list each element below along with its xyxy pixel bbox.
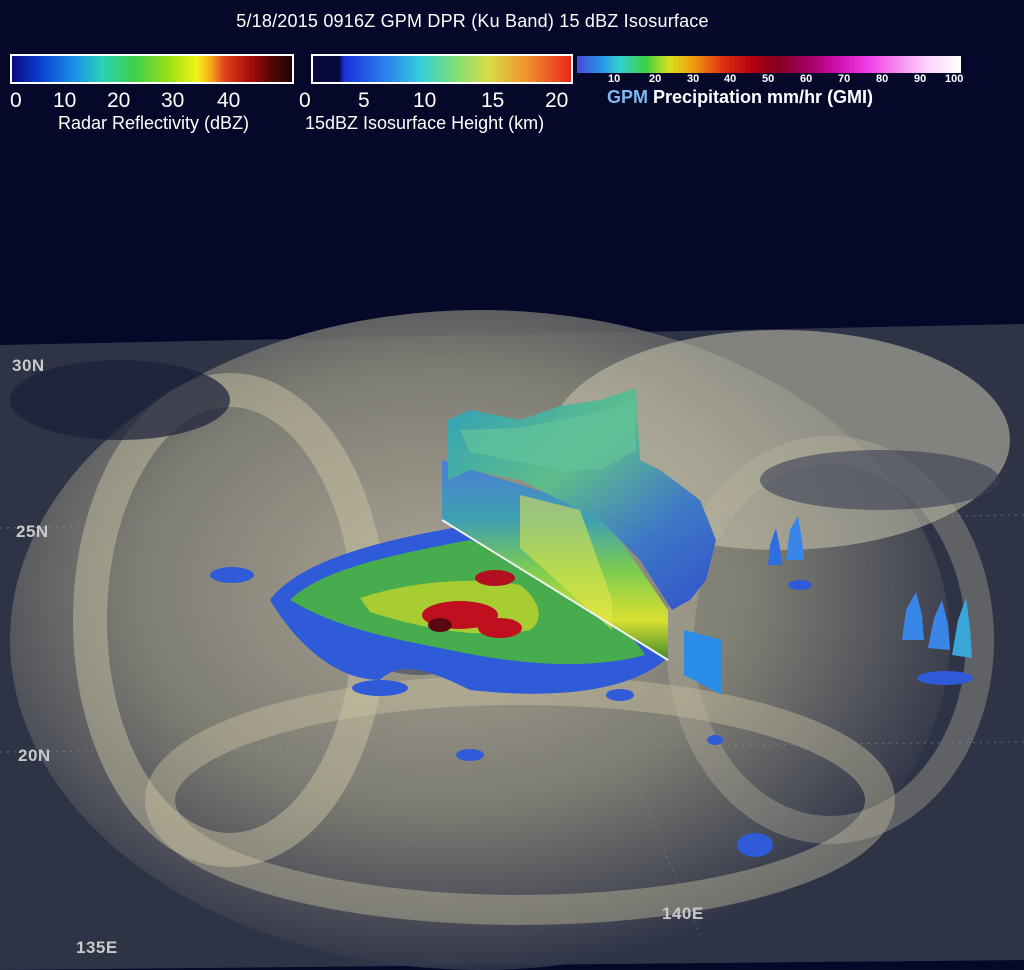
precip-core: [475, 570, 515, 586]
precip-core: [428, 618, 452, 632]
rain-cell: [352, 680, 408, 696]
rain-cell: [788, 580, 812, 590]
rain-cell: [456, 749, 484, 761]
rain-cell: [606, 689, 634, 701]
dark-cloud-gap: [760, 450, 1000, 510]
rain-cell: [707, 735, 723, 745]
rain-cell: [737, 833, 773, 857]
precip-core: [478, 618, 522, 638]
storm-3d-scene: 30N 25N 20N 135E 140E: [0, 310, 1024, 970]
rain-cell: [917, 671, 973, 685]
lon-label-135e: 135E: [76, 938, 118, 957]
rain-cell: [210, 567, 254, 583]
lat-label-20n: 20N: [18, 746, 51, 765]
lon-label-140e: 140E: [662, 904, 704, 923]
lat-label-30n: 30N: [12, 356, 45, 375]
lat-label-25n: 25N: [16, 522, 49, 541]
